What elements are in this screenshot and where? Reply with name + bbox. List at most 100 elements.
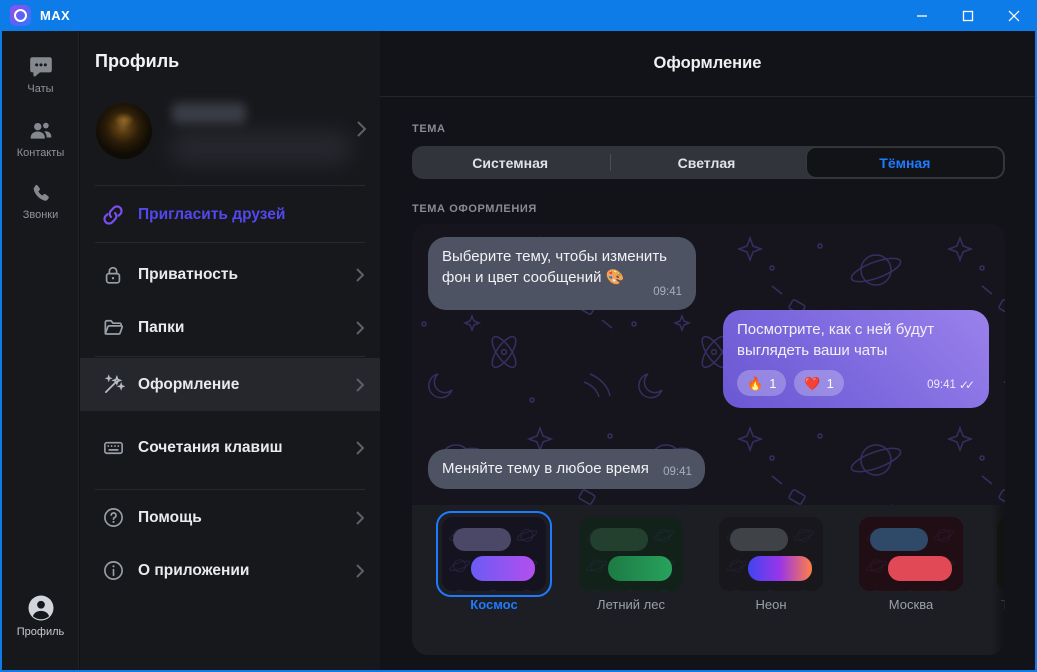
design-section-label: ТЕМА ОФОРМЛЕНИЯ bbox=[412, 203, 537, 215]
theme-segmented-control: Системная Светлая Тёмная bbox=[412, 146, 1005, 179]
blurred-subtitle bbox=[172, 131, 350, 165]
blurred-name bbox=[172, 103, 246, 124]
chevron-right-icon bbox=[356, 268, 364, 282]
appearance-title: Оформление bbox=[654, 54, 762, 73]
divider bbox=[95, 489, 365, 490]
message-time: 09:41 bbox=[653, 282, 682, 303]
chevron-right-icon bbox=[357, 121, 366, 137]
thumb-incoming-pill bbox=[870, 528, 928, 551]
maximize-icon bbox=[962, 10, 974, 22]
nav-label-chats: Чаты bbox=[27, 83, 53, 95]
chevron-right-icon bbox=[356, 321, 364, 335]
theme-option-system[interactable]: Системная bbox=[412, 146, 608, 179]
theme-thumb-moscow[interactable] bbox=[859, 517, 963, 591]
nav-item-contacts[interactable]: Контакты bbox=[2, 118, 79, 159]
message-text: Посмотрите, как с ней будут выглядеть ва… bbox=[737, 321, 934, 359]
theme-thumb-cosmos[interactable] bbox=[442, 517, 546, 591]
contacts-icon bbox=[28, 118, 54, 144]
theme-label-cosmos[interactable]: Космос bbox=[442, 597, 546, 612]
profile-panel: Профиль Пригласить друзей bbox=[80, 31, 380, 670]
close-icon bbox=[1008, 10, 1020, 22]
help-icon bbox=[101, 506, 125, 530]
theme-label-moscow[interactable]: Москва bbox=[859, 597, 963, 612]
chat-preview: Выберите тему, чтобы изменить фон и цвет… bbox=[412, 224, 1005, 505]
divider bbox=[95, 242, 365, 243]
thumb-outgoing-pill bbox=[471, 556, 535, 581]
theme-thumbnails-row: Космос Летний лес Неон bbox=[412, 505, 1005, 655]
thumb-outgoing-pill bbox=[748, 556, 812, 581]
chevron-right-icon bbox=[356, 511, 364, 525]
minimize-icon bbox=[916, 10, 928, 22]
reaction-count: 1 bbox=[827, 373, 834, 394]
menu-item-privacy[interactable]: Приватность bbox=[80, 248, 380, 301]
close-button[interactable] bbox=[991, 0, 1037, 31]
chevron-right-icon bbox=[356, 441, 364, 455]
link-icon bbox=[101, 203, 125, 227]
menu-item-about[interactable]: О приложении bbox=[80, 544, 380, 597]
thumb-incoming-pill bbox=[453, 528, 511, 551]
nav-item-chats[interactable]: Чаты bbox=[2, 54, 79, 95]
theme-section-label: ТЕМА bbox=[412, 123, 446, 135]
segment-separator bbox=[610, 154, 611, 171]
divider bbox=[95, 356, 365, 357]
message-text: Меняйте тему в любое время bbox=[442, 460, 649, 477]
preview-message-outgoing: Посмотрите, как с ней будут выглядеть ва… bbox=[723, 310, 989, 408]
chevron-right-icon bbox=[356, 378, 364, 392]
nav-item-calls[interactable]: Звонки bbox=[2, 182, 79, 221]
titlebar: MAX bbox=[0, 0, 1037, 31]
theme-label-neon[interactable]: Неон bbox=[719, 597, 823, 612]
appearance-header: Оформление bbox=[380, 31, 1035, 97]
nav-label-calls: Звонки bbox=[23, 209, 59, 221]
fire-emoji-icon: 🔥 bbox=[747, 373, 763, 394]
minimize-button[interactable] bbox=[899, 0, 945, 31]
menu-item-folders[interactable]: Папки bbox=[80, 301, 380, 354]
invite-friends-label: Пригласить друзей bbox=[138, 206, 285, 224]
profile-icon bbox=[26, 593, 56, 623]
profile-title: Профиль bbox=[95, 51, 179, 72]
reaction-fire: 🔥 1 bbox=[737, 370, 786, 396]
avatar bbox=[96, 103, 152, 159]
menu-item-shortcuts[interactable]: Сочетания клавиш bbox=[80, 421, 380, 474]
theme-thumb-summer-forest[interactable] bbox=[579, 517, 683, 591]
chats-icon bbox=[28, 54, 54, 80]
theme-label-summer-forest[interactable]: Летний лес bbox=[579, 597, 683, 612]
max-logo-icon bbox=[10, 5, 31, 26]
magic-wand-icon bbox=[101, 373, 125, 397]
theme-thumb-neon[interactable] bbox=[719, 517, 823, 591]
theme-preview-card: Выберите тему, чтобы изменить фон и цвет… bbox=[412, 224, 1005, 655]
lock-icon bbox=[101, 263, 125, 287]
menu-label-folders: Папки bbox=[138, 319, 184, 337]
thumb-outgoing-pill bbox=[608, 556, 672, 581]
chevron-right-icon bbox=[356, 564, 364, 578]
info-icon bbox=[101, 559, 125, 583]
menu-item-help[interactable]: Помощь bbox=[80, 491, 380, 544]
nav-label-contacts: Контакты bbox=[17, 147, 65, 159]
menu-label-about: О приложении bbox=[138, 562, 249, 580]
calls-icon bbox=[29, 182, 53, 206]
menu-label-help: Помощь bbox=[138, 509, 202, 527]
divider bbox=[95, 185, 365, 186]
appearance-pane: Оформление ТЕМА Системная Светлая Тёмная… bbox=[380, 31, 1035, 670]
theme-option-light[interactable]: Светлая bbox=[608, 146, 804, 179]
app-title: MAX bbox=[40, 8, 70, 23]
thumb-incoming-pill bbox=[590, 528, 648, 551]
preview-message-incoming-2: Меняйте тему в любое время 09:41 bbox=[428, 449, 705, 489]
app-window: MAX Чаты bbox=[0, 0, 1037, 672]
scroll-fade bbox=[991, 505, 1005, 655]
menu-label-privacy: Приватность bbox=[138, 266, 238, 284]
keyboard-icon bbox=[101, 436, 125, 460]
menu-label-appearance: Оформление bbox=[138, 376, 239, 394]
nav-label-profile: Профиль bbox=[17, 626, 65, 638]
theme-option-dark[interactable]: Тёмная bbox=[806, 147, 1004, 178]
message-time: 09:41 bbox=[927, 375, 956, 396]
maximize-button[interactable] bbox=[945, 0, 991, 31]
nav-item-profile[interactable]: Профиль bbox=[2, 593, 79, 638]
menu-item-appearance[interactable]: Оформление bbox=[80, 358, 380, 411]
message-time: 09:41 bbox=[663, 462, 692, 483]
thumb-incoming-pill bbox=[730, 528, 788, 551]
window-controls bbox=[899, 0, 1037, 31]
nav-rail: Чаты Контакты Звонки bbox=[2, 31, 79, 670]
invite-friends-row[interactable]: Пригласить друзей bbox=[80, 188, 380, 242]
read-receipt-icon: ✓✓ bbox=[959, 375, 975, 396]
folder-icon bbox=[101, 316, 125, 340]
